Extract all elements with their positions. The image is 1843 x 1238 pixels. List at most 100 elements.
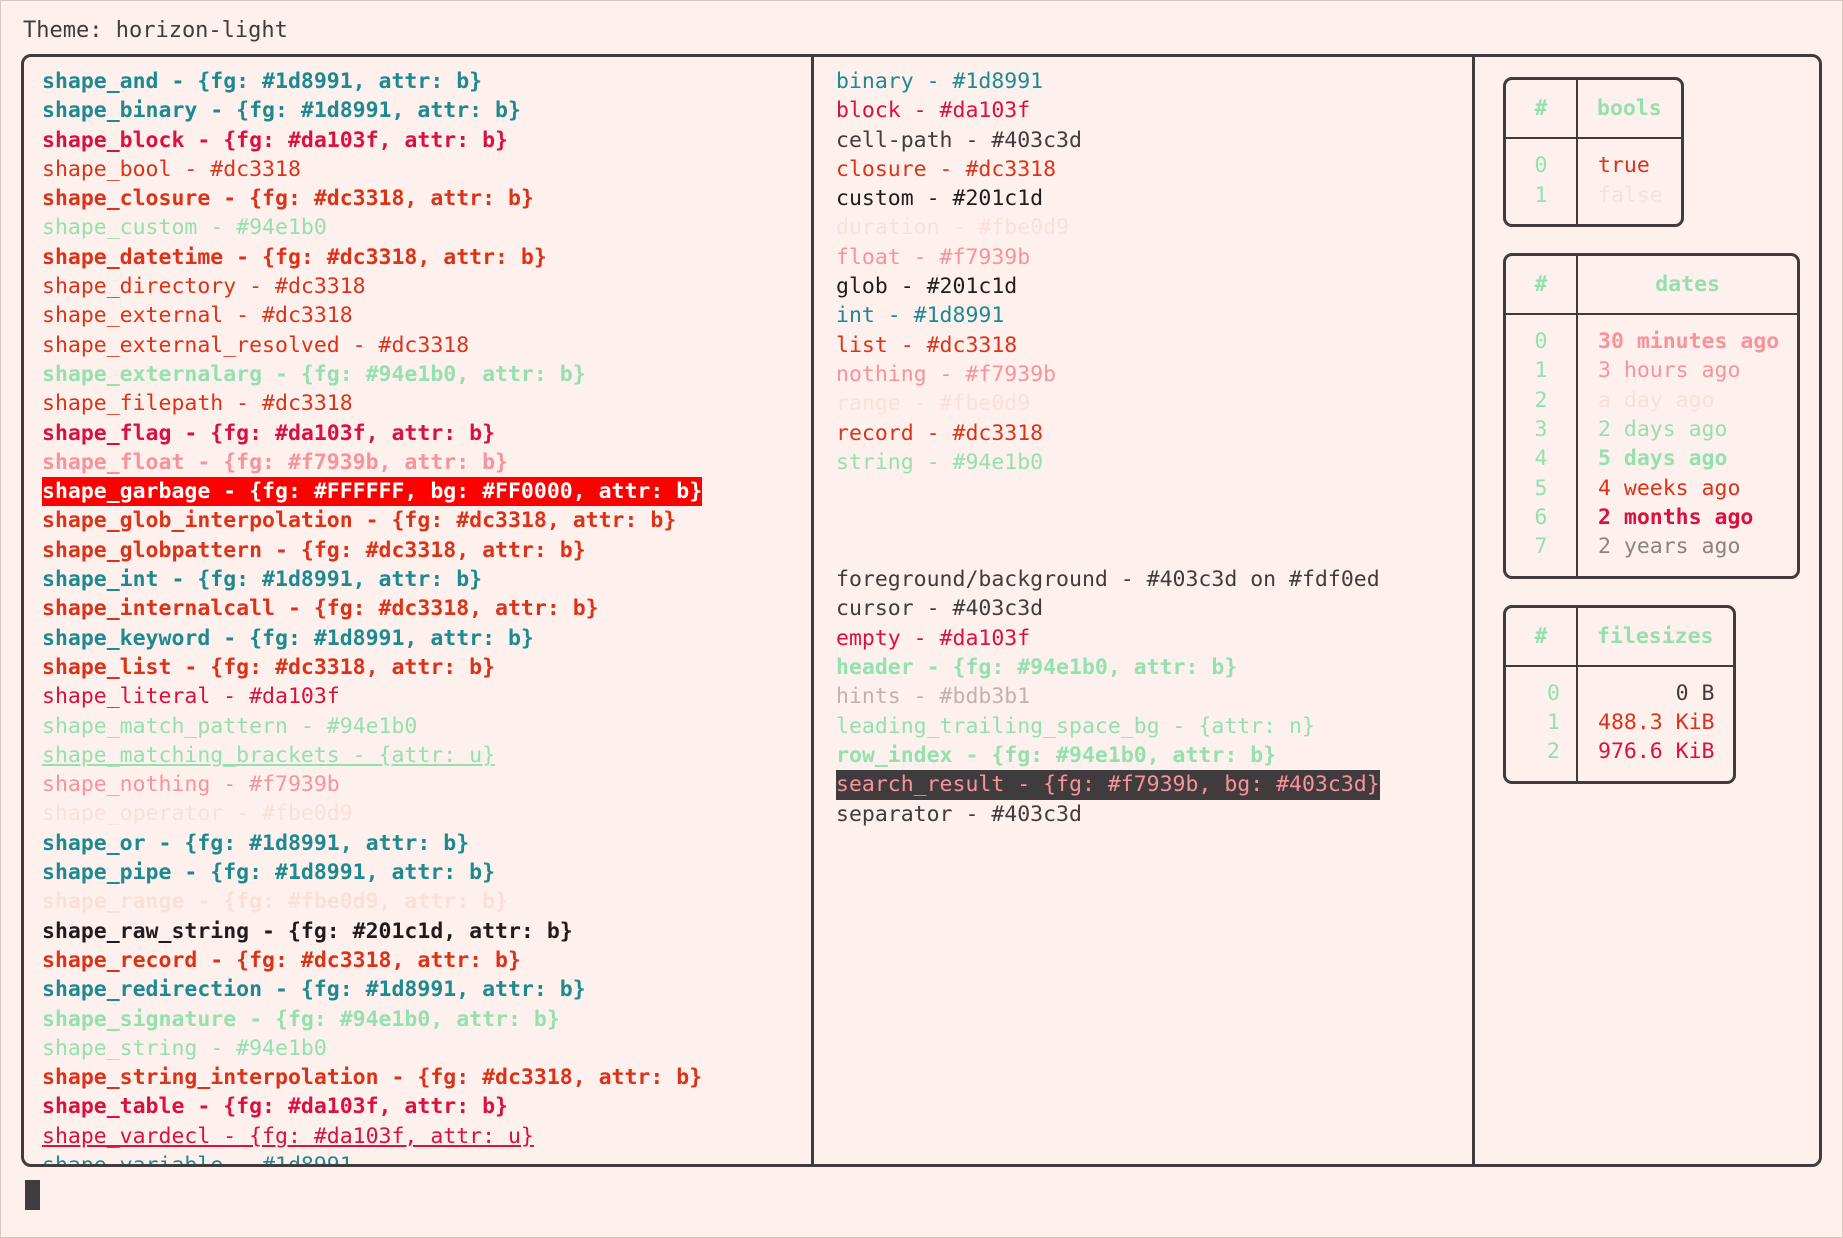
shape-entry: shape_float - {fg: #f7939b, attr: b}	[42, 449, 508, 475]
shape-entry: shape_flag - {fg: #da103f, attr: b}	[42, 420, 496, 446]
table-row: 0 1 true false	[1506, 139, 1681, 224]
type-entry: range - #fbe0d9	[836, 391, 1031, 417]
type-entry: header - {fg: #94e1b0, attr: b}	[836, 655, 1238, 681]
shape-entry: shape_bool - #dc3318	[42, 156, 301, 182]
shape-entry: shape_list - {fg: #dc3318, attr: b}	[42, 654, 496, 680]
table-value-header: bools	[1578, 80, 1681, 140]
types-pane: binary - #1d8991 block - #da103f cell-path…	[814, 57, 1475, 1164]
type-entry: string - #94e1b0	[836, 449, 1044, 475]
shape-entry: shape_literal - #da103f	[42, 684, 340, 710]
shape-entry: shape_filepath - #dc3318	[42, 391, 353, 417]
table-index-column: 0 1 2	[1506, 666, 1578, 781]
shape-entry: shape_match_pattern - #94e1b0	[42, 713, 418, 739]
row-index: 3	[1534, 417, 1548, 443]
row-index: 7	[1534, 534, 1548, 560]
table-value-column: 0 B 488.3 KiB 976.6 KiB	[1578, 667, 1733, 781]
shape-entry: shape_glob_interpolation - {fg: #dc3318,…	[42, 508, 677, 534]
table-value-header: filesizes	[1578, 608, 1733, 667]
type-entry: empty - #da103f	[836, 625, 1031, 651]
shape-entry: shape_directory - #dc3318	[42, 274, 366, 300]
row-value: true	[1598, 153, 1650, 179]
row-value: 2 months ago	[1598, 504, 1754, 530]
table-row: 0 1 2 3 4 5 6 7 30 minutes ago 3 hours ago a day a…	[1506, 315, 1797, 576]
shape-entry: shape_globpattern - {fg: #dc3318, attr: …	[42, 537, 586, 563]
shape-entry: shape_variable - #1d8991	[42, 1151, 353, 1164]
row-value: 0 B	[1675, 680, 1715, 706]
type-entry: cursor - #403c3d	[836, 596, 1044, 622]
type-entry: custom - #201c1d	[836, 186, 1044, 212]
shape-entry: shape_block - {fg: #da103f, attr: b}	[42, 127, 508, 153]
row-index: 0	[1534, 153, 1548, 179]
shape-entry: shape_redirection - {fg: #1d8991, attr: …	[42, 977, 586, 1003]
row-value: 488.3 KiB	[1598, 710, 1715, 736]
shape-entry: shape_binary - {fg: #1d8991, attr: b}	[42, 98, 521, 124]
shape-entry: shape_raw_string - {fg: #201c1d, attr: b…	[42, 918, 573, 944]
row-value: 2 days ago	[1598, 417, 1728, 443]
row-index: 1	[1534, 358, 1548, 384]
row-value: false	[1598, 182, 1663, 208]
shape-entry: shape_string_interpolation - {fg: #dc331…	[42, 1065, 703, 1091]
row-value: 2 years ago	[1598, 534, 1741, 560]
type-entry: block - #da103f	[836, 98, 1031, 124]
table-value-column: 30 minutes ago 3 hours ago a day ago 2 days…	[1578, 315, 1797, 575]
row-value: 30 minutes ago	[1598, 329, 1780, 355]
shape-entry: shape_nothing - #f7939b	[42, 772, 340, 798]
dates-table: # dates 0 1 2 3 4 5 6 7 30 minutes ago 3 hours ago a…	[1503, 252, 1801, 579]
shape-entry: shape_record - {fg: #dc3318, attr: b}	[42, 947, 521, 973]
shape-entry: shape_datetime - {fg: #dc3318, attr: b}	[42, 244, 547, 270]
types-group-ui-elements: foreground/background - #403c3d on #fdf0…	[836, 565, 1472, 829]
shape-entry: shape_closure - {fg: #dc3318, attr: b}	[42, 186, 534, 212]
shape-entry: shape_pipe - {fg: #1d8991, attr: b}	[42, 860, 496, 886]
type-entry: cell-path - #403c3d	[836, 127, 1082, 153]
shape-entry: shape_external_resolved - #dc3318	[42, 332, 470, 358]
type-entry: duration - #fbe0d9	[836, 215, 1069, 241]
shapes-pane: shape_and - {fg: #1d8991, attr: b} shape_…	[24, 57, 814, 1164]
type-entry: list - #dc3318	[836, 332, 1018, 358]
type-entry: closure - #dc3318	[836, 156, 1057, 182]
table-index-column: 01	[1506, 139, 1578, 224]
table-row: 0 1 2 0 B 488.3 KiB 976.6 KiB	[1506, 666, 1733, 781]
shape-entry: shape_int - {fg: #1d8991, attr: b}	[42, 567, 483, 593]
types-group-primitives: binary - #1d8991 block - #da103f cell-path…	[836, 67, 1472, 477]
type-entry: leading_trailing_space_bg - {attr: n}	[836, 713, 1315, 739]
shape-entry: shape_table - {fg: #da103f, attr: b}	[42, 1094, 508, 1120]
tables-host: # bools 0 1 true false # dates 0 1 2 3 4 5 6 7 30 minute…	[1503, 77, 1819, 784]
shape-entry: shape_signature - {fg: #94e1b0, attr: b}	[42, 1006, 560, 1032]
row-index: 6	[1534, 504, 1548, 530]
row-value: 5 days ago	[1598, 446, 1728, 472]
row-index: 0	[1547, 680, 1560, 706]
shape-entry: shape_external - #dc3318	[42, 303, 353, 329]
table-value-column: true false	[1578, 139, 1681, 224]
type-entry: hints - #bdb3b1	[836, 684, 1031, 710]
row-index: 2	[1547, 739, 1560, 765]
type-entry: binary - #1d8991	[836, 69, 1044, 94]
row-index: 1	[1534, 182, 1548, 208]
shape-entry: shape_keyword - {fg: #1d8991, attr: b}	[42, 625, 534, 651]
type-entry: record - #dc3318	[836, 420, 1044, 446]
table-index-header: #	[1506, 607, 1578, 667]
row-value: a day ago	[1598, 387, 1715, 413]
table-index-header: #	[1506, 255, 1578, 316]
shape-entry: shape_range - {fg: #fbe0d9, attr: b}	[42, 889, 508, 915]
shape-entry: shape_and - {fg: #1d8991, attr: b}	[42, 69, 483, 94]
shapes-list: shape_and - {fg: #1d8991, attr: b} shape_…	[42, 67, 811, 1164]
shape-entry: shape_custom - #94e1b0	[42, 215, 327, 241]
shape-entry: shape_operator - #fbe0d9	[42, 801, 353, 827]
type-entry: search_result - {fg: #f7939b, bg: #403c3…	[836, 770, 1380, 800]
type-entry: foreground/background - #403c3d on #fdf0…	[836, 567, 1380, 593]
shape-entry: shape_matching_brackets - {attr: u}	[42, 742, 496, 768]
row-index: 2	[1534, 387, 1548, 413]
bools-table: # bools 0 1 true false	[1503, 77, 1684, 227]
shape-entry: shape_internalcall - {fg: #dc3318, attr:…	[42, 596, 599, 622]
terminal-screen: Theme: horizon-light shape_and - {fg: #1…	[0, 0, 1843, 1238]
prompt-row	[13, 1167, 1830, 1214]
shape-entry: shape_or - {fg: #1d8991, attr: b}	[42, 830, 470, 856]
type-entry: separator - #403c3d	[836, 801, 1082, 827]
table-index-header: #	[1506, 80, 1578, 140]
types-group-gap	[836, 477, 1472, 565]
table-index-column: 0 1 2 3 4 5 6 7	[1506, 315, 1578, 576]
theme-preview-frame: shape_and - {fg: #1d8991, attr: b} shape_…	[21, 54, 1822, 1167]
type-entry: int - #1d8991	[836, 303, 1005, 329]
row-value: 976.6 KiB	[1598, 739, 1715, 765]
shape-entry: shape_externalarg - {fg: #94e1b0, attr: …	[42, 361, 586, 387]
